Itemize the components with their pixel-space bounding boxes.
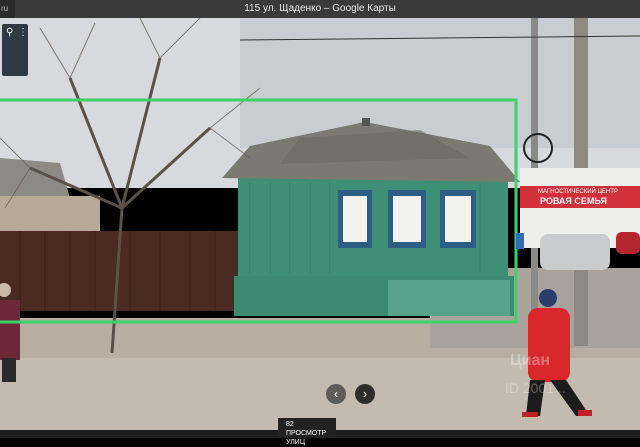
street-view-text: ПРОСМОТР УЛИЦ — [286, 430, 327, 446]
prev-arrow-button[interactable]: ‹ — [326, 384, 346, 404]
store-sign-line2: РОВАЯ СЕМЬЯ — [540, 196, 607, 206]
more-vert-icon[interactable]: ⋮ — [18, 28, 28, 38]
window-titlebar: ru 115 ул. Щаденко – Google Карты — [0, 0, 640, 18]
minimap-toggle[interactable]: ⚲ ⋮ — [2, 24, 28, 76]
window-title: 115 ул. Щаденко – Google Карты — [244, 3, 396, 14]
chevron-right-icon: › — [362, 386, 368, 401]
street-view-label[interactable]: 82 ПРОСМОТР УЛИЦ — [278, 418, 336, 446]
corner-label: ru — [0, 0, 15, 18]
store-sign-line1: МАГНОСТИЧЕСКИЙ ЦЕНТР — [538, 187, 618, 195]
watermark-brand: Циан — [510, 352, 551, 369]
chevron-left-icon: ‹ — [333, 386, 339, 401]
street-view-number: 82 — [286, 421, 294, 428]
map-pin-icon[interactable]: ⚲ — [6, 28, 14, 38]
next-arrow-button[interactable]: › — [355, 384, 375, 404]
watermark-id: ID 2001... — [505, 380, 566, 396]
